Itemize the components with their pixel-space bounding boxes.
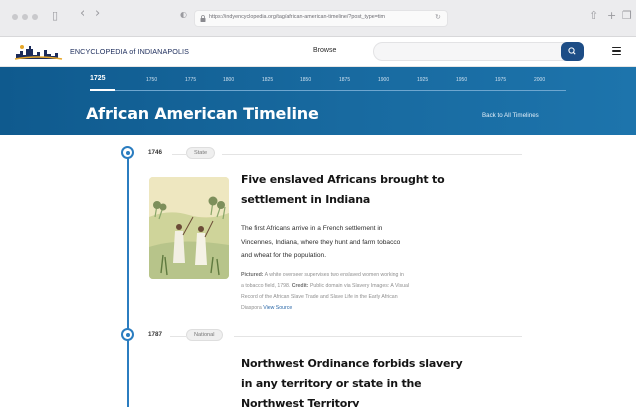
entry-description-line: The first Africans arrive in a French se… bbox=[241, 225, 383, 232]
back-icon[interactable]: ‹ bbox=[80, 6, 85, 21]
credit-text: a tobacco field, 1798. bbox=[241, 283, 291, 289]
divider bbox=[222, 154, 522, 155]
view-source-link[interactable]: View Source bbox=[263, 305, 292, 311]
lock-icon bbox=[200, 15, 206, 22]
timeline-marker bbox=[121, 146, 134, 159]
entry-title[interactable]: Northwest Ordinance forbids slavery in a… bbox=[241, 354, 541, 407]
hamburger-menu-icon[interactable] bbox=[612, 47, 621, 56]
browser-window: ▯ ‹ › ◐ https://indyencyclopedia.org/tag… bbox=[0, 0, 636, 407]
entry-title-line: in any territory or state in the bbox=[241, 377, 422, 390]
divider bbox=[234, 336, 522, 337]
image-credit: Pictured: A white overseer supervises tw… bbox=[241, 270, 501, 314]
entry-title-line: Northwest Territory bbox=[241, 397, 360, 407]
search-input[interactable] bbox=[373, 42, 584, 61]
tabs-overview-icon[interactable]: ❐ bbox=[622, 9, 632, 22]
decade-1925[interactable]: 1925 bbox=[417, 77, 428, 83]
browse-menu[interactable]: Browse bbox=[313, 47, 336, 54]
address-bar[interactable]: https://indyencyclopedia.org/tag/african… bbox=[194, 10, 448, 27]
decade-1825[interactable]: 1825 bbox=[262, 77, 273, 83]
page-title: African American Timeline bbox=[86, 104, 319, 123]
decade-1775[interactable]: 1775 bbox=[185, 77, 196, 83]
sidebar-icon[interactable]: ▯ bbox=[52, 9, 58, 22]
forward-icon[interactable]: › bbox=[95, 6, 100, 21]
credit-text: Diaspora bbox=[241, 305, 262, 311]
site-header: ENCYCLOPEDIA of INDIANAPOLIS Browse bbox=[0, 37, 636, 67]
back-to-timelines-link[interactable]: Back to All Timelines bbox=[482, 112, 539, 119]
search-icon bbox=[568, 47, 576, 55]
scope-tag: State bbox=[186, 147, 216, 159]
entry-year: 1787 bbox=[148, 331, 163, 338]
divider bbox=[172, 154, 186, 155]
decade-1975[interactable]: 1975 bbox=[495, 77, 506, 83]
url-text: https://indyencyclopedia.org/tag/african… bbox=[209, 14, 386, 20]
new-tab-icon[interactable]: + bbox=[607, 9, 616, 22]
timeline-line bbox=[127, 153, 129, 407]
entry-description-line: Vincennes, Indiana, where they hunt and … bbox=[241, 238, 401, 246]
minimize-window-button[interactable] bbox=[22, 14, 28, 20]
decade-1725[interactable]: 1725 bbox=[90, 75, 106, 82]
decade-1750[interactable]: 1750 bbox=[146, 77, 157, 83]
site-logo-text[interactable]: ENCYCLOPEDIA of INDIANAPOLIS bbox=[70, 47, 189, 56]
decade-1950[interactable]: 1950 bbox=[456, 77, 467, 83]
decade-1900[interactable]: 1900 bbox=[378, 77, 389, 83]
shield-icon: ◐ bbox=[180, 10, 187, 19]
decade-2000[interactable]: 2000 bbox=[534, 77, 545, 83]
divider bbox=[170, 336, 186, 337]
credit-text: Public domain via Slavery Images: A Visu… bbox=[309, 283, 410, 289]
entry-title[interactable]: Five enslaved Africans brought to settle… bbox=[241, 170, 541, 210]
entry-year: 1746 bbox=[148, 149, 163, 156]
credit-label: Credit: bbox=[291, 283, 309, 289]
pictured-label: Pictured: bbox=[241, 272, 264, 278]
browser-toolbar: ▯ ‹ › ◐ https://indyencyclopedia.org/tag… bbox=[0, 0, 636, 37]
entry-description: The first Africans arrive in a French se… bbox=[241, 222, 501, 263]
decade-1800[interactable]: 1800 bbox=[223, 77, 234, 83]
skyline-logo-icon[interactable] bbox=[14, 43, 64, 61]
decade-1850[interactable]: 1850 bbox=[300, 77, 311, 83]
close-window-button[interactable] bbox=[12, 14, 18, 20]
entry-title-line: Northwest Ordinance forbids slavery bbox=[241, 357, 463, 370]
entry-title-line: Five enslaved Africans brought to bbox=[241, 173, 445, 186]
credit-text: Record of the African Slave Trade and Sl… bbox=[241, 294, 398, 300]
search-button[interactable] bbox=[561, 42, 584, 61]
entry-title-line: settlement in Indiana bbox=[241, 193, 371, 206]
zoom-window-button[interactable] bbox=[32, 14, 38, 20]
decade-nav: 1725 1750 1775 1800 1825 1850 1875 1900 … bbox=[90, 75, 560, 91]
reload-icon[interactable]: ↻ bbox=[435, 13, 441, 21]
share-icon[interactable]: ⇧ bbox=[589, 9, 598, 22]
timeline-marker bbox=[121, 328, 134, 341]
decade-1875[interactable]: 1875 bbox=[339, 77, 350, 83]
credit-text: A white overseer supervises two enslaved… bbox=[264, 272, 404, 278]
entry-illustration-image[interactable] bbox=[149, 177, 229, 279]
scope-tag: National bbox=[186, 329, 223, 341]
entry-description-line: and wheat for the population. bbox=[241, 252, 327, 259]
